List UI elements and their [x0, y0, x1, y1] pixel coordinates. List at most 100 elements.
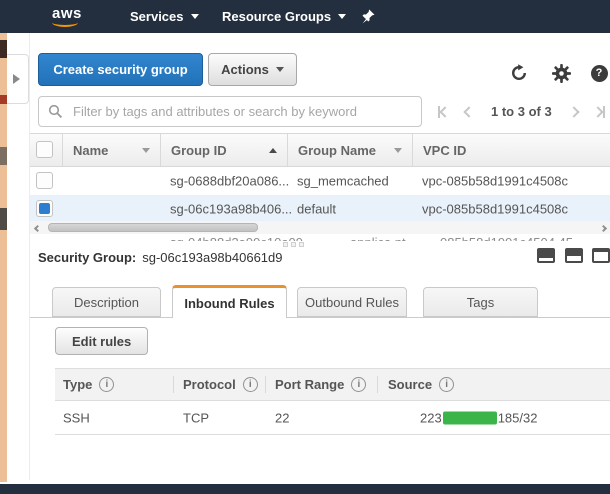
chevron-right-icon [599, 224, 606, 231]
row-checkbox-checked[interactable] [36, 200, 53, 217]
pane-divider-handle[interactable] [283, 242, 304, 247]
security-group-id-value: sg-06c193a98b40661d9 [142, 250, 282, 265]
settings-button[interactable] [550, 62, 572, 84]
pagination-label: 1 to 3 of 3 [491, 104, 552, 119]
rule-protocol-cell: TCP [183, 410, 209, 425]
checkbox-check-icon [39, 203, 50, 214]
aws-logo[interactable]: aws [52, 5, 82, 27]
next-page-button[interactable] [568, 106, 580, 118]
background-window-sliver [0, 33, 7, 482]
group-id-cell: sg-06c193a98b406... [170, 201, 292, 216]
vpc-id-cell: 085b58d1991c4504 45 [440, 234, 573, 241]
pane-size-small-icon[interactable] [537, 248, 555, 263]
column-header-name[interactable]: Name [62, 134, 160, 166]
sliver-segment [0, 147, 7, 165]
scroll-left-button[interactable] [32, 224, 42, 232]
rule-type-cell: SSH [63, 410, 90, 425]
pagination: 1 to 3 of 3 [436, 96, 607, 127]
group-id-cell: sg-04b88d3a99c10a09 [170, 234, 303, 241]
info-icon[interactable]: i [243, 377, 258, 392]
chevron-right-icon [568, 106, 579, 117]
scroll-right-button[interactable] [598, 224, 608, 232]
group-name-cell: sg_memcached [297, 174, 389, 189]
column-header-vpc-id[interactable]: VPC ID [412, 134, 610, 166]
chevron-left-icon [439, 106, 450, 117]
select-all-checkbox[interactable] [36, 141, 53, 158]
sidebar-expand-tab[interactable] [7, 54, 29, 104]
column-header-group-id[interactable]: Group ID [160, 134, 287, 166]
sliver-segment [0, 40, 7, 58]
filter-field-wrap [38, 96, 422, 127]
refresh-icon [510, 64, 528, 82]
tab-description[interactable]: Description [52, 287, 161, 317]
rule-port-cell: 22 [275, 410, 289, 425]
create-security-group-label: Create security group [53, 62, 187, 77]
rules-column-protocol: Protocol i [183, 369, 258, 400]
chevron-left-icon [463, 106, 474, 117]
source-ip-suffix: 185/32 [498, 410, 538, 425]
actions-button[interactable]: Actions [208, 53, 297, 86]
horizontal-scrollbar[interactable] [30, 221, 610, 234]
aws-top-navbar: aws Services Resource Groups [0, 0, 610, 33]
create-security-group-button[interactable]: Create security group [38, 53, 203, 86]
rules-column-type: Type i [63, 369, 114, 400]
rules-column-port-range: Port Range i [275, 369, 366, 400]
chevron-down-icon [338, 14, 346, 19]
column-divider [265, 376, 266, 393]
chevron-right-icon [592, 106, 603, 117]
actions-label: Actions [221, 62, 269, 77]
info-icon[interactable]: i [99, 377, 114, 392]
nav-services-label: Services [130, 9, 184, 24]
scrollbar-thumb[interactable] [48, 223, 258, 232]
tab-tags[interactable]: Tags [423, 287, 538, 317]
refresh-button[interactable] [508, 62, 530, 84]
pin-icon[interactable] [362, 9, 375, 27]
sort-ascending-icon [269, 148, 277, 153]
help-button[interactable]: ? [588, 62, 610, 84]
table-row-clipped[interactable]: sg-04b88d3a99c10a09 applica.nt 085b58d19… [30, 234, 610, 241]
tab-outbound-rules[interactable]: Outbound Rules [297, 287, 407, 317]
first-page-button[interactable] [436, 104, 451, 120]
previous-page-button[interactable] [463, 106, 475, 118]
rule-source-cell: 223 185/32 [420, 410, 537, 425]
group-id-cell: sg-0688dbf20a086... [170, 174, 289, 189]
row-checkbox[interactable] [36, 172, 53, 189]
chevron-left-icon [33, 224, 40, 231]
nav-resource-groups-label: Resource Groups [222, 9, 331, 24]
nav-resource-groups-menu[interactable]: Resource Groups [222, 0, 346, 33]
last-page-button[interactable] [592, 104, 607, 120]
pane-size-medium-icon[interactable] [565, 248, 583, 263]
column-menu-icon [394, 148, 402, 153]
column-divider [173, 376, 174, 393]
detail-pane-title: Security Group: sg-06c193a98b40661d9 [38, 250, 283, 265]
vpc-id-cell: vpc-085b58d1991c4508c [422, 201, 568, 216]
help-icon: ? [591, 65, 608, 82]
group-name-cell: applica.nt [350, 234, 406, 241]
column-divider [377, 376, 378, 393]
chevron-down-icon [276, 67, 284, 72]
column-header-group-name[interactable]: Group Name [287, 134, 412, 166]
filter-input[interactable] [38, 96, 422, 127]
vpc-id-cell: vpc-085b58d1991c4508c [422, 174, 568, 189]
sliver-segment [0, 208, 7, 230]
group-name-cell: default [297, 201, 336, 216]
rules-column-source: Source i [388, 369, 454, 400]
redaction-marker [443, 411, 497, 424]
rule-row: SSH TCP 22 223 185/32 [55, 401, 610, 435]
edit-rules-button[interactable]: Edit rules [55, 327, 148, 355]
rules-table-header: Type i Protocol i Port Range i Source i [55, 368, 610, 401]
chevron-down-icon [191, 14, 199, 19]
security-group-label: Security Group: [38, 250, 136, 265]
table-row-selected[interactable]: sg-06c193a98b406... default vpc-085b58d1… [30, 196, 610, 221]
sliver-segment [0, 95, 7, 104]
nav-services-menu[interactable]: Services [130, 0, 199, 33]
table-header: Name Group ID Group Name VPC ID [30, 133, 610, 167]
tab-inbound-rules[interactable]: Inbound Rules [172, 285, 287, 318]
info-icon[interactable]: i [439, 377, 454, 392]
pane-size-large-icon[interactable] [592, 248, 610, 263]
info-icon[interactable]: i [351, 377, 366, 392]
table-row[interactable]: sg-0688dbf20a086... sg_memcached vpc-085… [30, 167, 610, 196]
ec2-security-groups-page: aws Services Resource Groups Create secu… [0, 0, 610, 494]
chevron-right-icon [13, 74, 20, 84]
aws-logo-text: aws [52, 5, 82, 22]
